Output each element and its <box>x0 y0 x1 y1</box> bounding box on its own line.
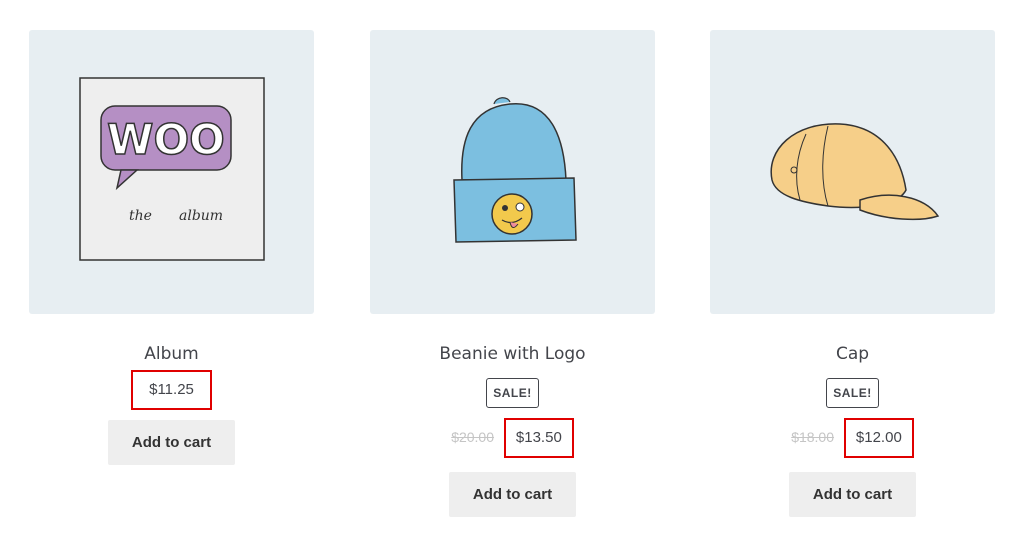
price-highlighted: $11.25 <box>131 370 212 410</box>
cap-icon <box>770 123 940 221</box>
add-to-cart-button[interactable]: Add to cart <box>788 472 917 517</box>
album-logo-text: WOO <box>107 115 225 164</box>
product-card-album: WOO the album Album $11.25 Add to cart <box>29 30 314 465</box>
price-highlighted: $13.50 <box>503 418 574 458</box>
price-row: $18.00 $12.00 <box>710 418 995 458</box>
price-row: $11.25 <box>29 370 314 410</box>
product-card-cap: Cap SALE! $18.00 $12.00 Add to cart <box>710 30 995 517</box>
price: $13.50 <box>515 429 562 446</box>
beanie-image[interactable] <box>370 30 655 314</box>
product-title[interactable]: Cap <box>710 344 995 364</box>
old-price: $18.00 <box>791 429 835 445</box>
price-row: $20.00 $13.50 <box>370 418 655 458</box>
add-to-cart-button[interactable]: Add to cart <box>107 420 236 465</box>
album-art-icon: WOO the album <box>79 77 265 261</box>
album-image[interactable]: WOO the album <box>29 30 314 314</box>
album-caption-right: album <box>179 208 223 224</box>
product-title[interactable]: Album <box>29 344 314 364</box>
sale-badge: SALE! <box>486 378 539 408</box>
album-caption-left: the <box>129 208 152 224</box>
beanie-icon <box>453 97 577 243</box>
price-highlighted: $12.00 <box>843 418 914 458</box>
old-price: $20.00 <box>451 429 495 445</box>
cap-image[interactable] <box>710 30 995 314</box>
sale-badge: SALE! <box>826 378 879 408</box>
price: $12.00 <box>855 429 902 446</box>
product-title[interactable]: Beanie with Logo <box>370 344 655 364</box>
price: $11.25 <box>149 381 194 398</box>
add-to-cart-button[interactable]: Add to cart <box>448 472 577 517</box>
product-card-beanie: Beanie with Logo SALE! $20.00 $13.50 Add… <box>370 30 655 517</box>
